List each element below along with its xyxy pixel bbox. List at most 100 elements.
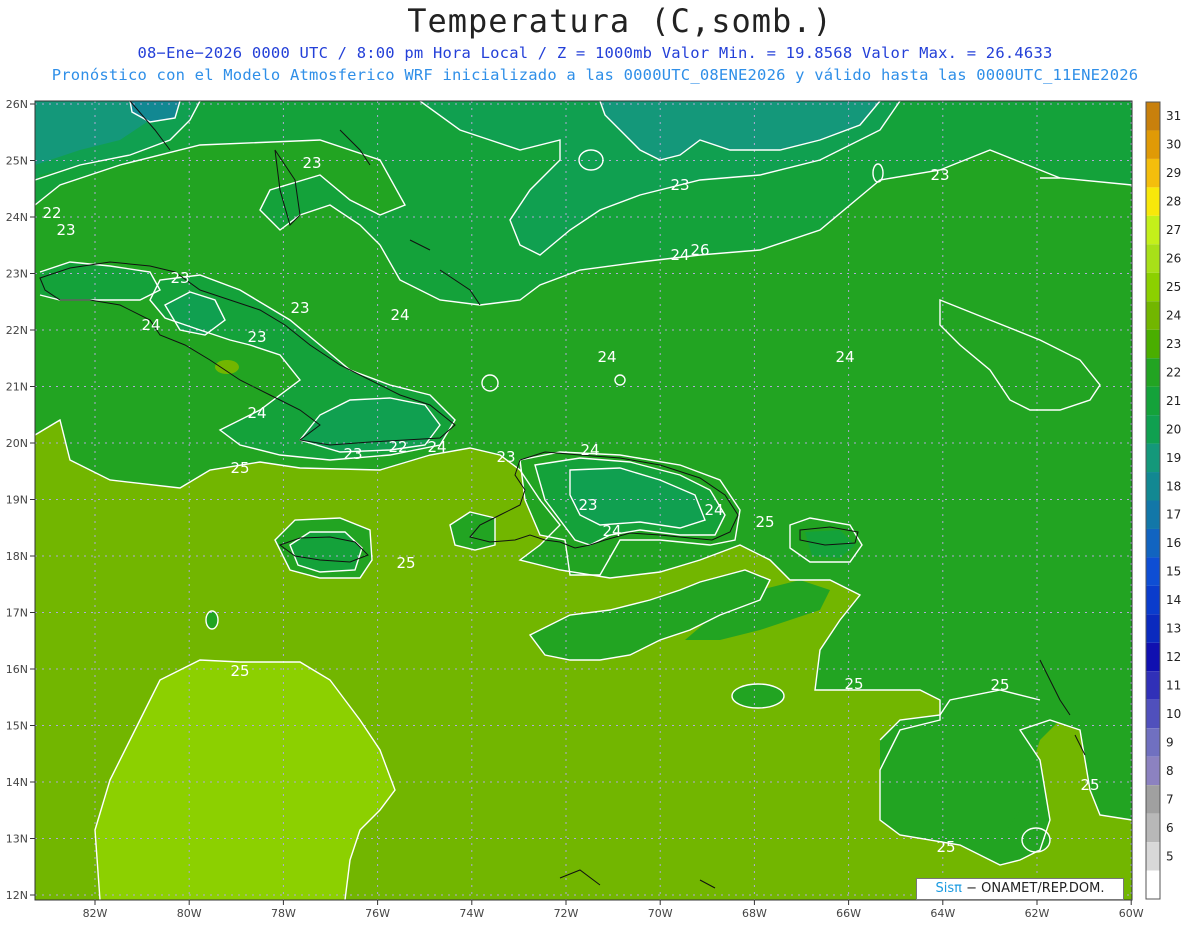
colorbar-swatch: [1146, 244, 1160, 273]
x-tick-label: 76W: [365, 907, 390, 920]
contour-label: 24: [141, 316, 160, 334]
colorbar-swatch: [1146, 215, 1160, 245]
colorbar-swatch: [1146, 728, 1160, 757]
map-plot-area: 22232323232323242424 242424 2423 2323222425…: [35, 101, 1132, 900]
colorbar-swatch: [1146, 301, 1160, 330]
colorbar-label: 14: [1166, 593, 1181, 607]
colorbar-label: 25: [1166, 280, 1181, 294]
colorbar-swatch: [1146, 386, 1160, 416]
y-tick-label: 16N: [6, 663, 28, 676]
contour-label: 24: [580, 441, 599, 459]
y-tick-label: 20N: [6, 437, 28, 450]
colorbar-label: 26: [1166, 252, 1181, 266]
colorbar: 31 30 29 28 27 26 25 24 23 22 21 20 19 18 17 16 15 14 13 12…: [1145, 101, 1181, 900]
colorbar-label: 21: [1166, 394, 1181, 408]
x-tick-label: 62W: [1025, 907, 1050, 920]
contour-label: 25: [844, 675, 863, 693]
contour-label: 23: [496, 448, 515, 466]
contour-label: 24: [390, 306, 409, 324]
contour-label: 25: [230, 662, 249, 680]
colorbar-label: 5: [1166, 849, 1174, 863]
x-tick-label: 80W: [177, 907, 202, 920]
y-tick-label: 17N: [6, 607, 28, 620]
colorbar-swatch: [1146, 557, 1160, 586]
y-tick-label: 13N: [6, 833, 28, 846]
colorbar-swatch: [1146, 785, 1160, 814]
contour-label: 23: [930, 166, 949, 184]
colorbar-label: 8: [1166, 764, 1174, 778]
colorbar-swatch: [1146, 472, 1160, 501]
contour-label: 24: [597, 348, 616, 366]
y-tick-label: 22N: [6, 324, 28, 337]
colorbar-label: 7: [1166, 792, 1174, 806]
contour-label: 24: [247, 404, 266, 422]
y-tick-label: 19N: [6, 494, 28, 507]
contour-label: 23: [247, 328, 266, 346]
x-tick-label: 82W: [83, 907, 108, 920]
colorbar-label: 15: [1166, 565, 1181, 579]
colorbar-label: 27: [1166, 223, 1181, 237]
y-tick-label: 12N: [6, 889, 28, 902]
contour-label: 26: [690, 241, 709, 259]
y-axis: 26N 25N 24N 23N 22N 21N 20N 19N 18N 17N 16N 15N 14N 1…: [6, 98, 35, 902]
contour-label: 25: [990, 676, 1009, 694]
colorbar-swatch: [1146, 187, 1160, 216]
y-tick-label: 23N: [6, 268, 28, 281]
colorbar-label: 20: [1166, 422, 1181, 436]
contour-label: 25: [1080, 776, 1099, 794]
contour-label: 25: [936, 838, 955, 856]
x-tick-label: 68W: [742, 907, 767, 920]
colorbar-swatch: [1146, 813, 1160, 843]
colorbar-label: 19: [1166, 451, 1181, 465]
colorbar-label: 18: [1166, 479, 1181, 493]
contour-label: 23: [578, 496, 597, 514]
colorbar-swatch: [1146, 415, 1160, 444]
x-tick-label: 66W: [836, 907, 861, 920]
contour-label: 24: [704, 501, 723, 519]
colorbar-label: 16: [1166, 536, 1181, 550]
contour-label: 22: [42, 204, 61, 222]
temperature-map: 22232323232323242424 242424 2423 2323222425…: [6, 98, 1182, 920]
colorbar-swatch: [1146, 272, 1160, 302]
x-tick-label: 64W: [930, 907, 955, 920]
y-tick-label: 25N: [6, 155, 28, 168]
x-tick-label: 72W: [554, 907, 579, 920]
sispi-logo-text: Sisπ: [935, 881, 962, 896]
contour-label: 23: [290, 299, 309, 317]
y-tick-label: 18N: [6, 550, 28, 563]
colorbar-label: 6: [1166, 821, 1174, 835]
colorbar-swatch: [1146, 358, 1160, 387]
x-tick-label: 78W: [271, 907, 296, 920]
contour-label: 23: [302, 154, 321, 172]
colorbar-swatch: [1146, 158, 1160, 188]
contour-label: 24: [670, 246, 689, 264]
x-tick-label: 70W: [648, 907, 673, 920]
colorbar-swatch: [1146, 585, 1160, 615]
colorbar-label: 22: [1166, 365, 1181, 379]
y-tick-label: 14N: [6, 776, 28, 789]
contour-label: 23: [170, 269, 189, 287]
colorbar-label: 31: [1166, 109, 1181, 123]
contour-label: 24: [835, 348, 854, 366]
colorbar-label: 28: [1166, 195, 1181, 209]
colorbar-swatch: [1146, 329, 1160, 359]
colorbar-swatch: [1146, 870, 1160, 899]
colorbar-label: 9: [1166, 735, 1174, 749]
contour-label: 25: [755, 513, 774, 531]
colorbar-swatch: [1146, 500, 1160, 529]
colorbar-swatch: [1146, 671, 1160, 700]
colorbar-label: 23: [1166, 337, 1181, 351]
colorbar-label: 17: [1166, 508, 1181, 522]
colorbar-swatch: [1146, 443, 1160, 473]
y-tick-label: 15N: [6, 720, 28, 733]
colorbar-swatch: [1146, 614, 1160, 643]
contour-label: 25: [230, 459, 249, 477]
y-tick-label: 21N: [6, 381, 28, 394]
colorbar-label: 12: [1166, 650, 1181, 664]
contour-label: 24: [602, 522, 621, 540]
contour-label: 24: [427, 438, 446, 456]
x-tick-label: 60W: [1119, 907, 1144, 920]
colorbar-label: 11: [1166, 679, 1181, 693]
credit-text: − ONAMET/REP.DOM.: [961, 881, 1105, 896]
credit-box: Sisπ − ONAMET/REP.DOM.: [916, 878, 1124, 900]
